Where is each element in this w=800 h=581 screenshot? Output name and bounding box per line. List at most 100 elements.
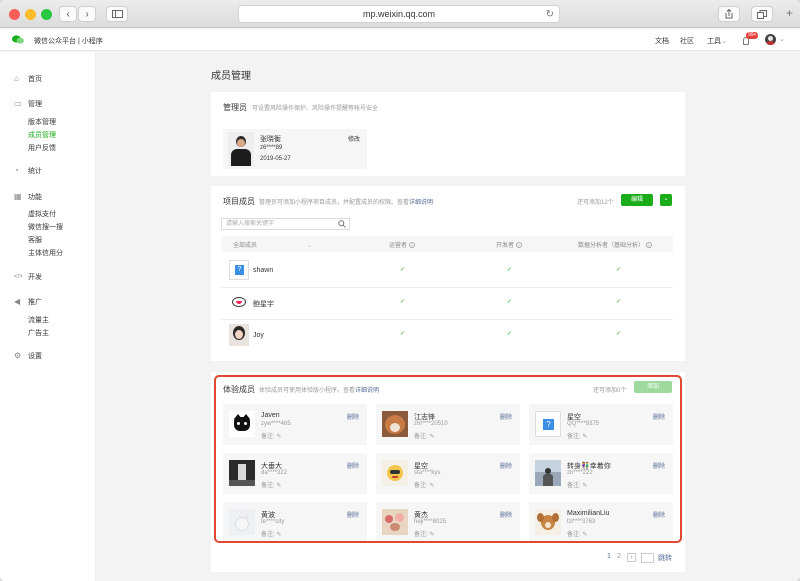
highlight-frame: [214, 375, 682, 543]
sidebar-item-stats[interactable]: ◔ 统计: [14, 166, 42, 176]
sidebar-item-label: 首页: [28, 76, 42, 83]
column-developer: 开发者 ?: [496, 240, 522, 249]
page-2-link[interactable]: 2: [617, 553, 621, 560]
megaphone-icon: ◀: [14, 297, 21, 306]
member-search-input[interactable]: 请输入搜索关键字: [221, 218, 350, 230]
nav-community[interactable]: 社区: [680, 36, 694, 46]
chevron-down-icon[interactable]: ⌄: [779, 35, 785, 43]
admin-card: 管理员 可设置风险操作保护、风险操作提醒等帐号安全 张晓衡 z6****89 2…: [211, 92, 685, 176]
admin-date: 2019-05-27: [260, 156, 291, 162]
member-name: Joy: [253, 332, 264, 339]
next-page-button[interactable]: ›: [627, 553, 636, 562]
admin-name: 张晓衡: [260, 136, 281, 143]
member-avatar: [229, 292, 249, 312]
help-icon[interactable]: ?: [408, 242, 415, 249]
sidebar-item-members[interactable]: 成员管理: [28, 130, 56, 140]
forward-button[interactable]: ›: [78, 6, 96, 22]
sidebar-item-credit[interactable]: 主体信用分: [28, 248, 63, 258]
sidebar-item-settings[interactable]: ⚙ 设置: [14, 351, 42, 361]
operator-check-icon[interactable]: ✓: [400, 266, 405, 273]
sidebar-item-advertiser[interactable]: 广告主: [28, 328, 49, 338]
project-detail-link[interactable]: 详细说明: [409, 200, 433, 206]
developer-check-icon[interactable]: ✓: [507, 298, 512, 305]
project-desc-text: 管理员可添加小程序项目成员，并配置成员的权限。查看: [259, 200, 410, 206]
sidebar: ⌂ 首页 ▭ 管理 版本管理 成员管理 用户反馈 ◔ 统计 ▦ 功能 虚拟支付 微信搜一…: [0, 52, 96, 581]
sidebar-item-dev[interactable]: </> 开发: [14, 272, 42, 282]
admin-avatar: [228, 132, 254, 166]
account-avatar[interactable]: [765, 34, 776, 45]
sidebar-item-home[interactable]: ⌂ 首页: [14, 74, 42, 84]
sort-icon: ⌄: [307, 243, 313, 249]
address-bar[interactable]: mp.weixin.qq.com ↻: [238, 5, 560, 23]
operator-check-icon[interactable]: ✓: [400, 330, 405, 337]
close-window-button[interactable]: [9, 9, 20, 20]
sidebar-icon: [111, 10, 123, 18]
sidebar-group-features[interactable]: ▦ 功能: [14, 192, 42, 202]
search-placeholder: 请输入搜索关键字: [226, 221, 275, 227]
admin-desc: 可设置风险操作保护、风险操作提醒等帐号安全: [252, 106, 379, 112]
gear-icon: ⚙: [14, 351, 22, 360]
analyst-check-icon[interactable]: ✓: [616, 330, 621, 337]
column-label: 开发者: [496, 243, 515, 249]
share-icon: [725, 9, 733, 19]
share-button[interactable]: [718, 6, 740, 22]
page-1-link[interactable]: 1: [607, 553, 611, 560]
nav-tools[interactable]: 工具⌄: [707, 36, 727, 46]
browser-window: ‹ › mp.weixin.qq.com ↻ + 微信公众平台 | 小程序 文档…: [0, 0, 800, 581]
browser-toolbar: ‹ › mp.weixin.qq.com ↻ +: [0, 0, 800, 28]
sidebar-toggle-button[interactable]: [106, 6, 128, 22]
notification-badge: 99+: [746, 32, 759, 39]
sidebar-item-search[interactable]: 微信搜一搜: [28, 222, 63, 232]
edit-button[interactable]: 编辑: [621, 194, 653, 206]
help-icon[interactable]: ?: [645, 242, 652, 249]
sidebar-group-label: 功能: [28, 194, 42, 201]
row-divider: [221, 319, 673, 320]
top-header: 微信公众平台 | 小程序 文档 社区 工具⌄ 99+ ⌄: [0, 29, 800, 51]
sidebar-item-versions[interactable]: 版本管理: [28, 117, 56, 127]
member-name: shawn: [253, 267, 274, 274]
nav-tools-label: 工具: [707, 38, 721, 45]
new-tab-icon[interactable]: +: [786, 6, 793, 20]
code-icon: </>: [14, 274, 23, 280]
sidebar-item-virtual-pay[interactable]: 虚拟支付: [28, 209, 56, 219]
sidebar-group-label: 管理: [28, 101, 42, 108]
project-title: 项目成员: [223, 197, 255, 206]
operator-check-icon[interactable]: ✓: [400, 298, 405, 305]
tabs-icon: [757, 9, 767, 19]
admin-id: z6****89: [260, 145, 283, 151]
admin-modify-link[interactable]: 修改: [348, 134, 360, 143]
column-all-members[interactable]: 全部成员 ⌄: [233, 240, 312, 249]
nav-docs[interactable]: 文档: [655, 36, 669, 46]
help-icon[interactable]: ?: [515, 242, 522, 249]
project-remaining: 还可添加12个: [577, 200, 614, 206]
reload-icon[interactable]: ↻: [546, 6, 554, 23]
page-title: 成员管理: [211, 71, 251, 82]
analyst-check-icon[interactable]: ✓: [616, 266, 621, 273]
admin-info: 张晓衡 z6****89 2019-05-27 修改: [223, 129, 367, 169]
analyst-check-icon[interactable]: ✓: [616, 298, 621, 305]
sidebar-item-traffic[interactable]: 流量主: [28, 315, 49, 325]
admin-title: 管理员: [223, 103, 247, 112]
column-label: 运营者: [389, 243, 408, 249]
sidebar-group-promo[interactable]: ◀ 推广: [14, 297, 42, 307]
zoom-window-button[interactable]: [41, 9, 52, 20]
sidebar-item-service[interactable]: 客服: [28, 235, 42, 245]
placeholder-image-icon: ?: [235, 265, 244, 275]
project-desc: 管理员可添加小程序项目成员，并配置成员的权限。查看详细说明: [259, 197, 433, 206]
page-jump-input[interactable]: [641, 553, 654, 563]
sidebar-item-label: 设置: [28, 353, 42, 360]
brand-title: 微信公众平台 | 小程序: [34, 38, 103, 45]
developer-check-icon[interactable]: ✓: [507, 266, 512, 273]
member-avatar: ?: [229, 260, 249, 280]
laptop-icon: ▭: [14, 99, 22, 108]
tabs-overview-button[interactable]: [751, 6, 773, 22]
sidebar-group-manage[interactable]: ▭ 管理: [14, 99, 42, 109]
chevron-down-icon: ⌄: [721, 38, 727, 45]
minimize-window-button[interactable]: [25, 9, 36, 20]
sidebar-item-feedback[interactable]: 用户反馈: [28, 143, 56, 153]
back-button[interactable]: ‹: [59, 6, 77, 22]
dropdown-button[interactable]: ⌄: [660, 194, 672, 206]
developer-check-icon[interactable]: ✓: [507, 330, 512, 337]
page-jump-link[interactable]: 跳转: [658, 553, 672, 563]
url-text: mp.weixin.qq.com: [362, 9, 436, 19]
